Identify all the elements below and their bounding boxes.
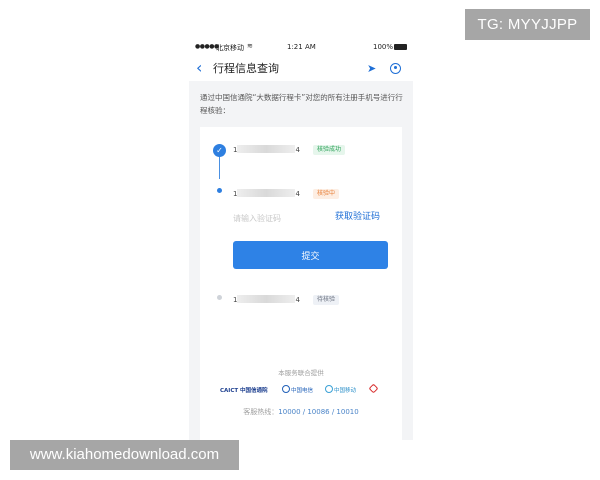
- unicom-logo: [368, 383, 388, 397]
- mobile-ring-icon: [325, 385, 333, 393]
- check-icon: ✓: [213, 144, 226, 157]
- wifi-icon: ≋: [247, 42, 253, 50]
- battery-icon: [394, 44, 407, 50]
- status-bar: ●●●●● 北京移动 ≋ 1:21 AM 100%: [189, 37, 413, 57]
- carrier-name: 北京移动: [216, 44, 244, 52]
- status-badge-success: 核验成功: [313, 145, 346, 155]
- get-code-button[interactable]: 获取验证码: [335, 210, 380, 224]
- telecom-logo-text: 中国电信: [291, 388, 314, 394]
- phone-number-1: 14: [233, 145, 300, 155]
- page-title: 行程信息查询: [213, 62, 279, 75]
- number-mask: [237, 145, 296, 153]
- status-badge-verifying: 核验中: [313, 189, 340, 199]
- phone-number-3: 14: [233, 295, 300, 305]
- phone-screen: ●●●●● 北京移动 ≋ 1:21 AM 100% ‹ 行程信息查询 ➤ 通过中…: [189, 37, 413, 440]
- phone-number-2: 14: [233, 189, 300, 199]
- timeline-dot-inactive: [217, 295, 222, 300]
- intro-text: 通过中国信通院“大数据行程卡”对您的所有注册手机号进行行程核验：: [200, 93, 403, 115]
- mobile-logo: 中国移动: [325, 385, 356, 397]
- battery-percent: 100%: [373, 43, 394, 51]
- phone-number-suffix: 4: [295, 296, 300, 304]
- watermark-site: www.kiahomedownload.com: [10, 440, 239, 470]
- hotline-numbers: 10000 / 10086 / 10010: [278, 408, 359, 416]
- telecom-swirl-icon: [282, 385, 290, 393]
- phone-number-suffix: 4: [295, 190, 300, 198]
- status-time: 1:21 AM: [287, 43, 316, 51]
- number-mask: [237, 295, 296, 303]
- caict-logo: CAICT 中国信通院: [220, 388, 268, 394]
- service-provided-text: 本服务联合提供: [278, 369, 324, 377]
- unicom-knot-icon: [368, 383, 379, 394]
- mobile-logo-text: 中国移动: [334, 388, 357, 394]
- verification-code-input[interactable]: [233, 211, 328, 225]
- partner-logos: CAICT 中国信通院 中国电信 中国移动: [220, 383, 390, 397]
- nav-bar: ‹ 行程信息查询 ➤: [189, 57, 413, 81]
- status-badge-waiting: 待核验: [313, 295, 340, 305]
- number-mask: [237, 189, 296, 197]
- chevron-left-icon[interactable]: ‹: [196, 58, 202, 78]
- hotline-label: 客服热线：: [243, 408, 279, 416]
- service-hotline: 客服热线：10000 / 10086 / 10010: [200, 407, 402, 417]
- refresh-icon[interactable]: [390, 63, 401, 74]
- watermark-tg: TG: MYYJJPP: [465, 9, 590, 40]
- phone-number-suffix: 4: [295, 146, 300, 154]
- telecom-logo: 中国电信: [282, 385, 313, 397]
- verification-card: ✓ 14 核验成功 14 核验中 获取验证码 提交 14 待核验 本服务联合提供…: [200, 127, 402, 440]
- submit-button[interactable]: 提交: [233, 241, 388, 269]
- location-arrow-icon[interactable]: ➤: [367, 61, 376, 77]
- timeline-dot-active: [217, 188, 222, 193]
